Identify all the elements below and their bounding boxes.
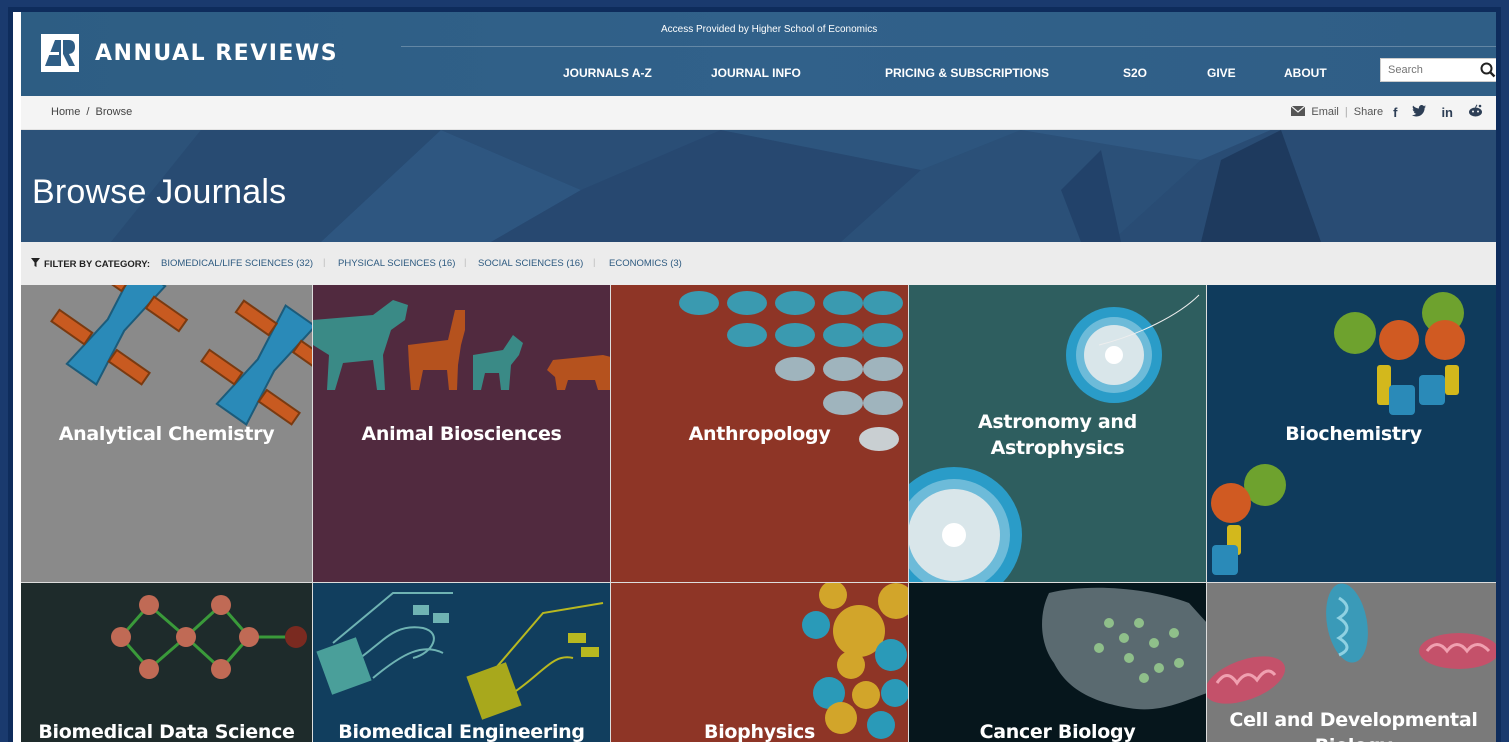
filter-economics[interactable]: ECONOMICS (3) bbox=[609, 258, 682, 269]
journal-tile-cell-developmental-biology[interactable]: Cell and Developmental Biology bbox=[1207, 583, 1496, 742]
journal-title: Cancer Biology bbox=[979, 721, 1136, 742]
journal-title: Biomedical Engineering bbox=[338, 721, 585, 742]
main-nav: JOURNALS A-Z JOURNAL INFO PRICING & SUBS… bbox=[21, 62, 1496, 86]
page-title: Browse Journals bbox=[32, 173, 287, 211]
twitter-icon[interactable] bbox=[1412, 104, 1427, 120]
nav-s2o[interactable]: S2O bbox=[1123, 66, 1147, 80]
funnel-icon bbox=[31, 258, 40, 270]
breadcrumb-home[interactable]: Home bbox=[51, 106, 80, 118]
header-divider bbox=[401, 46, 1496, 47]
journal-title: Anthropology bbox=[688, 423, 831, 445]
journal-title: Biomedical Data Science bbox=[38, 721, 295, 742]
hero-banner: Browse Journals bbox=[21, 130, 1496, 242]
breadcrumb-separator: / bbox=[86, 106, 90, 118]
nav-journals-a-z[interactable]: JOURNALS A-Z bbox=[563, 66, 652, 80]
search-input[interactable] bbox=[1381, 59, 1477, 81]
filter-separator: | bbox=[464, 257, 467, 268]
share-label: Share bbox=[1353, 106, 1384, 118]
nav-give[interactable]: GIVE bbox=[1207, 66, 1236, 80]
facebook-icon[interactable]: f bbox=[1393, 105, 1397, 120]
journal-title: Analytical Chemistry bbox=[58, 423, 275, 445]
share-divider: | bbox=[1344, 106, 1348, 118]
journal-tile-biophysics[interactable]: Biophysics bbox=[611, 583, 909, 742]
search-box bbox=[1380, 58, 1496, 82]
journal-tile-analytical-chemistry[interactable]: Analytical Chemistry bbox=[21, 285, 313, 583]
nav-journal-info[interactable]: JOURNAL INFO bbox=[711, 66, 801, 80]
filter-separator: | bbox=[323, 257, 326, 268]
site-header: ANNUAL REVIEWS Access Provided by Higher… bbox=[21, 12, 1496, 96]
email-link[interactable]: Email bbox=[1311, 106, 1339, 118]
access-note: Access Provided by Higher School of Econ… bbox=[661, 24, 878, 35]
nav-about[interactable]: ABOUT bbox=[1284, 66, 1327, 80]
filter-social-sciences[interactable]: SOCIAL SCIENCES (16) bbox=[478, 258, 583, 269]
journal-tile-biomedical-data-science[interactable]: Biomedical Data Science bbox=[21, 583, 313, 742]
journal-title: Astronomy and Astrophysics bbox=[978, 411, 1137, 459]
journal-tile-anthropology[interactable]: Anthropology bbox=[611, 285, 909, 583]
filter-separator: | bbox=[593, 257, 596, 268]
journal-tile-biomedical-engineering[interactable]: Biomedical Engineering bbox=[313, 583, 611, 742]
share-bar: Email | Share f in bbox=[1290, 104, 1483, 120]
linkedin-icon[interactable]: in bbox=[1441, 105, 1453, 120]
filter-label-text: FILTER BY CATEGORY: bbox=[44, 258, 151, 270]
journal-tile-biochemistry[interactable]: Biochemistry bbox=[1207, 285, 1496, 583]
journal-title: Cell and Developmental Biology bbox=[1229, 709, 1478, 742]
category-filter-bar: FILTER BY CATEGORY: BIOMEDICAL/LIFE SCIE… bbox=[21, 242, 1496, 285]
journal-title: Animal Biosciences bbox=[361, 423, 562, 445]
breadcrumb-bar: Home / Browse Email | Share f in bbox=[21, 96, 1496, 130]
nav-pricing-subscriptions[interactable]: PRICING & SUBSCRIPTIONS bbox=[885, 66, 1049, 80]
reddit-icon[interactable] bbox=[1468, 104, 1483, 120]
journal-tile-cancer-biology[interactable]: Cancer Biology bbox=[909, 583, 1207, 742]
filter-physical-sciences[interactable]: PHYSICAL SCIENCES (16) bbox=[338, 258, 455, 269]
breadcrumb: Home / Browse bbox=[51, 106, 132, 118]
journal-tile-animal-biosciences[interactable]: Animal Biosciences bbox=[313, 285, 611, 583]
search-icon[interactable] bbox=[1480, 62, 1496, 78]
email-icon[interactable] bbox=[1290, 105, 1306, 119]
journal-grid: Analytical Chemistry Animal Biosciences bbox=[21, 285, 1496, 742]
journal-title: Biochemistry bbox=[1285, 423, 1422, 445]
filter-biomedical-life-sciences[interactable]: BIOMEDICAL/LIFE SCIENCES (32) bbox=[161, 258, 313, 269]
journal-title: Biophysics bbox=[704, 721, 815, 742]
journal-tile-astronomy-astrophysics[interactable]: Astronomy and Astrophysics bbox=[909, 285, 1207, 583]
page: ANNUAL REVIEWS Access Provided by Higher… bbox=[8, 7, 1501, 742]
filter-label: FILTER BY CATEGORY: bbox=[31, 258, 150, 270]
browser-frame: ANNUAL REVIEWS Access Provided by Higher… bbox=[0, 0, 1509, 742]
breadcrumb-current: Browse bbox=[95, 106, 133, 118]
